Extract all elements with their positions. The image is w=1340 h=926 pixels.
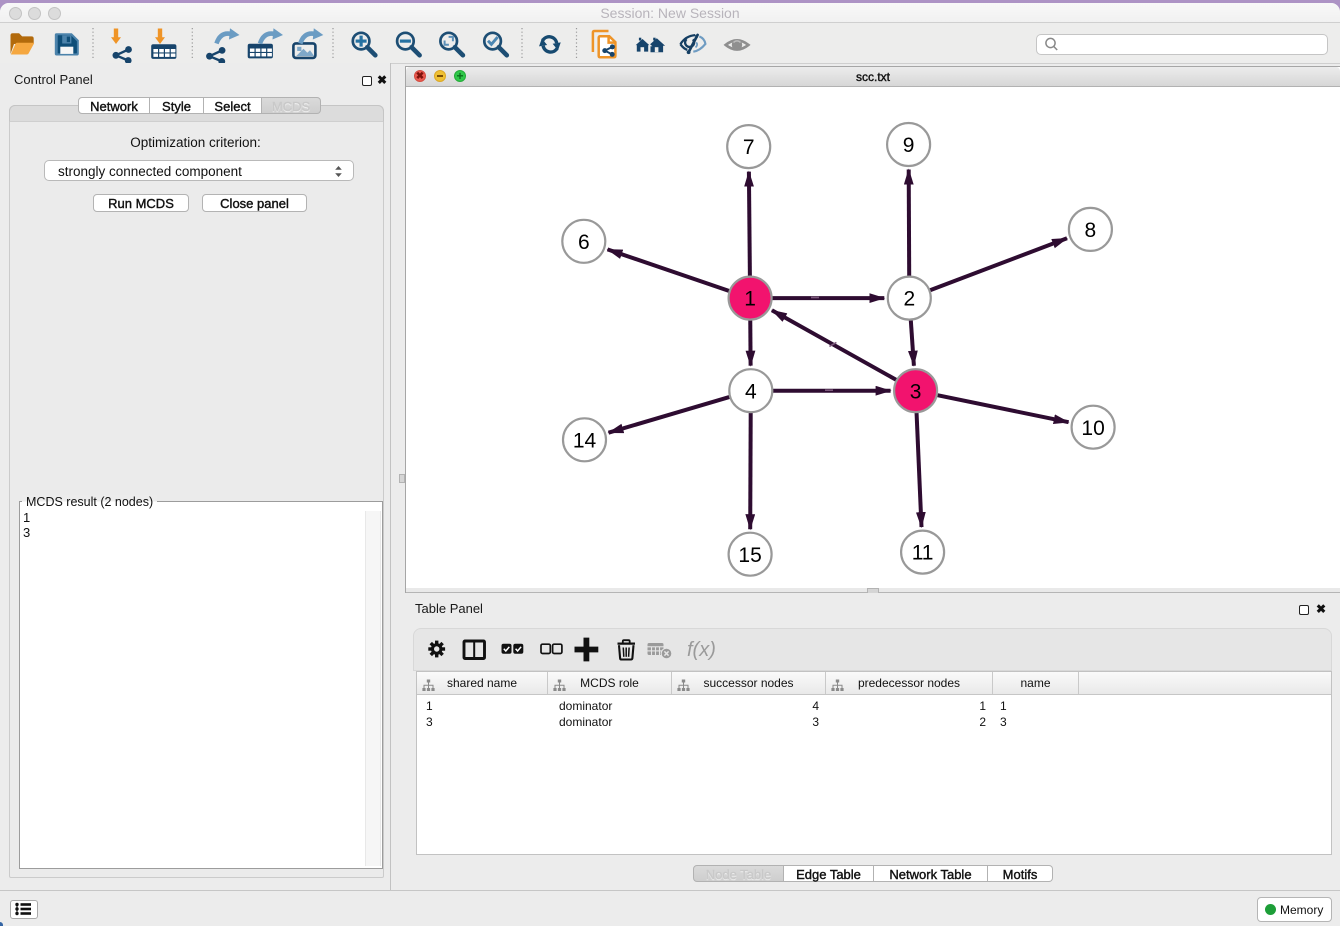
svg-text:3: 3 — [910, 380, 922, 403]
svg-text:7: 7 — [743, 136, 755, 159]
svg-text:8: 8 — [1085, 219, 1097, 242]
svg-text:4: 4 — [745, 380, 757, 403]
svg-text:f(x): f(x) — [687, 639, 716, 661]
svg-text:11: 11 — [912, 542, 934, 565]
svg-text:2: 2 — [903, 288, 915, 311]
svg-text:9: 9 — [903, 134, 915, 157]
svg-text:10: 10 — [1081, 417, 1104, 440]
svg-text:15: 15 — [738, 544, 761, 567]
svg-text:1: 1 — [744, 288, 756, 311]
svg-text:6: 6 — [578, 231, 590, 254]
svg-text:14: 14 — [573, 429, 597, 452]
